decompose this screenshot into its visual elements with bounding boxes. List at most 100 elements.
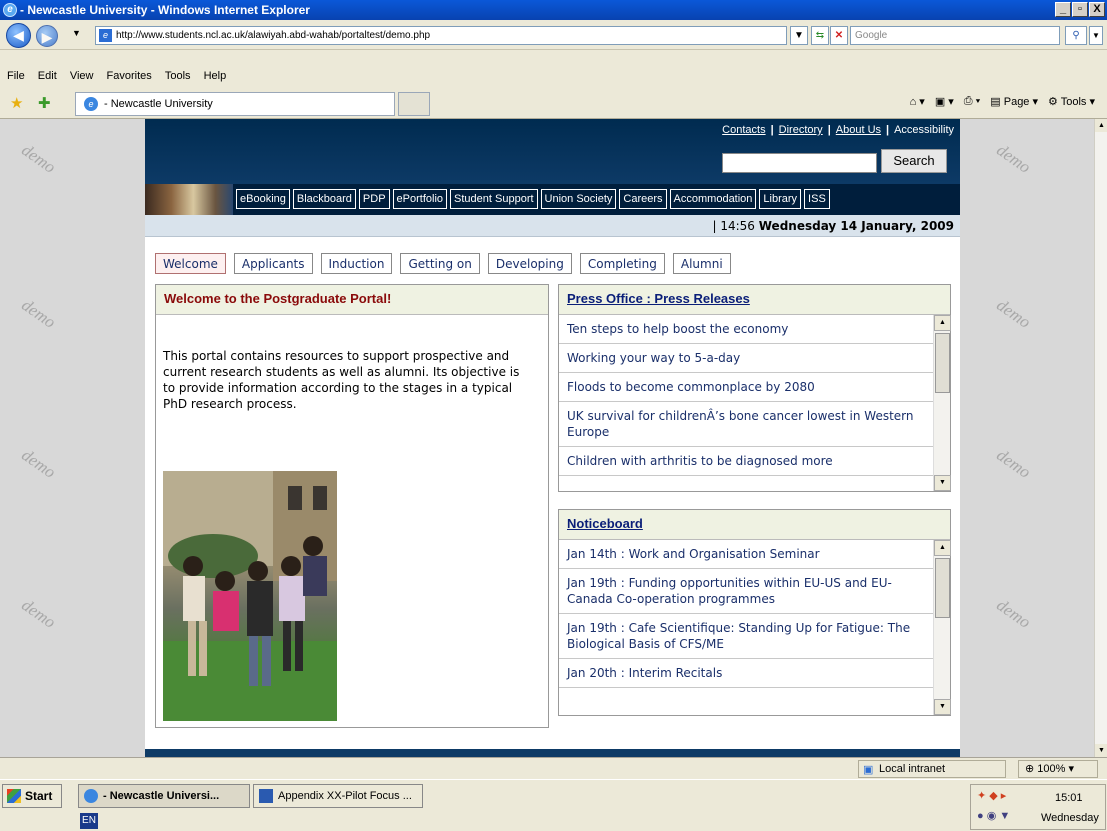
notice-item[interactable]: Jan 19th : Cafe Scientifique: Standing U… bbox=[559, 614, 934, 659]
start-button[interactable]: Start bbox=[2, 784, 62, 808]
nav-student-support[interactable]: Student Support bbox=[450, 189, 538, 209]
portal-page: Contacts | Directory | About Us | Accessibilit… bbox=[145, 119, 960, 757]
notice-item[interactable]: Jan 19th : Funding opportunities within … bbox=[559, 569, 934, 614]
tray-icons-row2[interactable]: ● ◉ ▼ bbox=[977, 809, 1010, 822]
search-icon[interactable]: ⚲ bbox=[1065, 26, 1087, 45]
tab-alumni[interactable]: Alumni bbox=[672, 253, 731, 274]
nav-careers[interactable]: Careers bbox=[619, 189, 667, 209]
command-bar: ⌂ ▾ ▣ ▾ ⎙ ▾ ▤ Page ▾ ⚙ Tools ▾ bbox=[910, 95, 1095, 108]
press-item[interactable]: Working your way to 5-a-day bbox=[559, 344, 934, 373]
tray-icons[interactable]: ✦ ◆ ▸ bbox=[977, 789, 1006, 802]
clock-time[interactable]: 15:01 bbox=[1055, 792, 1083, 804]
press-item[interactable]: Children with arthritis to be diagnosed … bbox=[559, 447, 934, 476]
address-input[interactable]: e http://www.students.ncl.ac.uk/alawiyah… bbox=[95, 26, 787, 45]
press-item[interactable]: Ten steps to help boost the economy bbox=[559, 315, 934, 344]
security-zone: ▣ Local intranet bbox=[858, 760, 1006, 778]
nav-union-society[interactable]: Union Society bbox=[540, 189, 617, 209]
task-ie-window[interactable]: - Newcastle Universi... bbox=[78, 784, 250, 808]
add-favorites-icon[interactable]: ✚ bbox=[38, 94, 51, 112]
press-item[interactable]: Floods to become commonplace by 2080 bbox=[559, 373, 934, 402]
nav-library[interactable]: Library bbox=[759, 189, 802, 209]
menu-favorites[interactable]: Favorites bbox=[107, 70, 152, 82]
zoom-control[interactable]: ⊕ 100% ▾ bbox=[1018, 760, 1098, 778]
window-title: - Newcastle University - Windows Interne… bbox=[20, 3, 310, 17]
date-text: Wednesday 14 January, 2009 bbox=[758, 219, 954, 233]
feeds-icon[interactable]: ▣ ▾ bbox=[935, 95, 954, 108]
menu-file[interactable]: File bbox=[7, 70, 25, 82]
welcome-text: This portal contains resources to suppor… bbox=[163, 349, 520, 411]
press-scrollbar[interactable]: ▲ ▼ bbox=[933, 315, 951, 491]
scroll-down-icon[interactable]: ▼ bbox=[934, 699, 951, 715]
back-button[interactable]: ◀ bbox=[6, 23, 31, 48]
students-photo-illustration bbox=[163, 471, 337, 721]
nav-iss[interactable]: ISS bbox=[804, 189, 830, 209]
site-search-button[interactable]: Search bbox=[881, 149, 947, 173]
students-photo bbox=[163, 471, 337, 721]
refresh-icon[interactable]: ⇆ bbox=[811, 26, 829, 45]
scroll-thumb[interactable] bbox=[935, 333, 950, 393]
print-icon[interactable]: ⎙ ▾ bbox=[964, 95, 980, 108]
menu-view[interactable]: View bbox=[70, 70, 94, 82]
stop-icon[interactable]: ✕ bbox=[830, 26, 848, 45]
site-search-input[interactable] bbox=[722, 153, 877, 173]
tab-applicants[interactable]: Applicants bbox=[233, 253, 313, 274]
watermark: demo bbox=[993, 445, 1035, 482]
contacts-link[interactable]: Contacts bbox=[722, 124, 765, 136]
new-tab-button[interactable] bbox=[398, 92, 430, 116]
scroll-up-icon[interactable]: ▲ bbox=[934, 540, 951, 556]
page-viewport: demo demo demo demo demo demo demo demo … bbox=[0, 119, 1094, 757]
tab-welcome[interactable]: Welcome bbox=[155, 253, 226, 274]
menu-edit[interactable]: Edit bbox=[38, 70, 57, 82]
accessibility-link[interactable]: Accessibility bbox=[894, 124, 954, 136]
windows-flag-icon bbox=[7, 789, 21, 803]
maximize-button[interactable]: ▫ bbox=[1072, 2, 1088, 17]
language-indicator[interactable]: EN bbox=[80, 813, 98, 829]
tab-developing[interactable]: Developing bbox=[487, 253, 572, 274]
directory-link[interactable]: Directory bbox=[779, 124, 823, 136]
about-us-link[interactable]: About Us bbox=[836, 124, 881, 136]
press-panel: Press Office : Press Releases Ten steps … bbox=[558, 284, 951, 492]
status-bar: ▣ Local intranet ⊕ 100% ▾ bbox=[0, 757, 1107, 779]
scroll-down-icon[interactable]: ▼ bbox=[1095, 744, 1107, 757]
nav-pdp[interactable]: PDP bbox=[358, 189, 390, 209]
forward-button[interactable]: ▶ bbox=[36, 25, 58, 47]
page-scrollbar[interactable]: ▲ ▼ bbox=[1094, 119, 1107, 757]
notice-list: Jan 14th : Work and Organisation Seminar… bbox=[559, 540, 934, 715]
scroll-up-icon[interactable]: ▲ bbox=[934, 315, 951, 331]
tools-menu[interactable]: ⚙ Tools ▾ bbox=[1048, 95, 1095, 108]
notice-item[interactable]: Jan 20th : Interim Recitals bbox=[559, 659, 934, 688]
scroll-up-icon[interactable]: ▲ bbox=[1095, 119, 1107, 132]
scroll-down-icon[interactable]: ▼ bbox=[934, 475, 951, 491]
page-menu[interactable]: ▤ Page ▾ bbox=[990, 95, 1038, 108]
footer-bar bbox=[145, 749, 960, 757]
nav-accommodation[interactable]: Accommodation bbox=[669, 189, 757, 209]
task-word-document[interactable]: Appendix XX-Pilot Focus ... bbox=[253, 784, 423, 808]
search-options-icon[interactable]: ▼ bbox=[1089, 26, 1103, 45]
menu-tools[interactable]: Tools bbox=[165, 70, 191, 82]
press-item[interactable]: UK survival for childrenÂ’s bone cancer … bbox=[559, 402, 934, 447]
tab-induction[interactable]: Induction bbox=[320, 253, 393, 274]
notice-panel: Noticeboard Jan 14th : Work and Organisa… bbox=[558, 509, 951, 716]
minimize-button[interactable]: _ bbox=[1055, 2, 1071, 17]
nav-blackboard[interactable]: Blackboard bbox=[292, 189, 356, 209]
address-dropdown-icon[interactable]: ▼ bbox=[790, 26, 808, 45]
tab-completing[interactable]: Completing bbox=[579, 253, 665, 274]
browser-tab[interactable]: e - Newcastle University bbox=[75, 92, 395, 116]
notice-item[interactable]: Jan 14th : Work and Organisation Seminar bbox=[559, 540, 934, 569]
history-dropdown-icon[interactable]: ▼ bbox=[72, 28, 81, 38]
home-icon[interactable]: ⌂ ▾ bbox=[910, 95, 925, 108]
nav-ebooking[interactable]: eBooking bbox=[236, 189, 290, 209]
scroll-thumb[interactable] bbox=[935, 558, 950, 618]
tab-getting-on[interactable]: Getting on bbox=[400, 253, 480, 274]
search-input[interactable]: Google bbox=[850, 26, 1060, 45]
notice-title[interactable]: Noticeboard bbox=[559, 510, 950, 540]
favorites-star-icon[interactable]: ★ bbox=[10, 94, 23, 112]
watermark: demo bbox=[993, 295, 1035, 332]
header-photo bbox=[145, 184, 233, 215]
notice-scrollbar[interactable]: ▲ ▼ bbox=[933, 540, 951, 715]
press-title[interactable]: Press Office : Press Releases bbox=[559, 285, 950, 315]
close-button[interactable]: X bbox=[1089, 2, 1105, 17]
menu-bar: File Edit View Favorites Tools Help bbox=[0, 67, 1107, 87]
nav-eportfolio[interactable]: ePortfolio bbox=[392, 189, 448, 209]
menu-help[interactable]: Help bbox=[204, 70, 227, 82]
